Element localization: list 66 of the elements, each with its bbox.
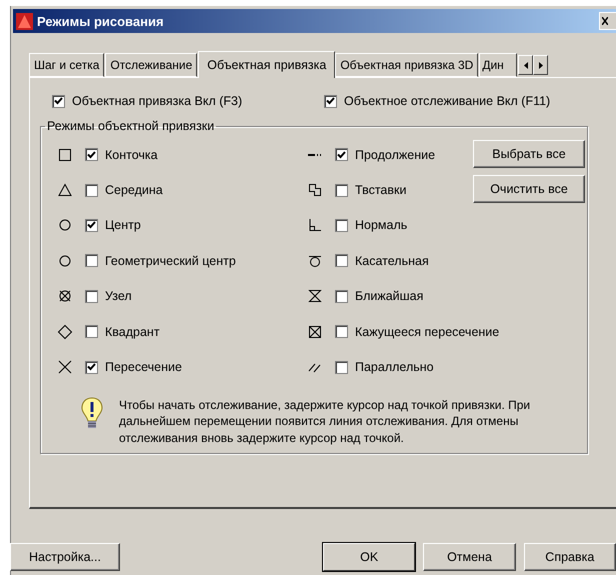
mode-label: Середина: [105, 183, 163, 198]
scroll-left-button[interactable]: [518, 55, 534, 75]
left-arrow-icon: [524, 62, 528, 68]
dialog-button[interactable]: OK: [323, 543, 416, 571]
mode-label: Квадрант: [105, 324, 160, 339]
checkbox[interactable]: [324, 94, 337, 108]
mode-label: Пересечение: [105, 360, 182, 374]
checkbox[interactable]: [85, 218, 98, 232]
checkbox[interactable]: [335, 325, 348, 338]
tab[interactable]: Дин: [479, 53, 518, 77]
cross-icon: [57, 359, 73, 376]
mode-label: Конточка: [105, 148, 158, 162]
group-title: Режимы объектной привязки: [46, 119, 216, 133]
tab[interactable]: Объектная привязка 3D: [335, 53, 478, 77]
mode-label: Продолжение: [355, 148, 436, 162]
mode-label: Нормаль: [355, 218, 408, 232]
mode-label: Кажущееся пересечение: [355, 324, 500, 339]
diamond-icon: [57, 324, 73, 340]
mode-label: Касательная: [355, 254, 429, 268]
checkbox[interactable]: [335, 290, 348, 303]
close-button[interactable]: [599, 12, 616, 30]
dialog-button[interactable]: Отмена: [423, 543, 516, 571]
checkbox[interactable]: [335, 254, 348, 268]
checkbox[interactable]: [85, 325, 98, 338]
checkbox[interactable]: [52, 94, 65, 108]
insertion-icon: [307, 182, 323, 198]
hourglass-icon: [307, 288, 323, 304]
checkbox[interactable]: [335, 184, 348, 197]
group-button[interactable]: Очистить все: [473, 175, 585, 203]
lightbulb-icon: [81, 396, 103, 431]
window-title: Режимы рисования: [37, 14, 164, 28]
mode-label: Центр: [105, 218, 141, 232]
checkbox[interactable]: [85, 148, 98, 162]
crossed-square-icon: [307, 324, 323, 340]
dashed-line-icon: [308, 154, 322, 156]
square-icon: [57, 146, 73, 163]
hint-text: Чтобы начать отслеживание, задержите курсор над точкой привязки. При дальнейшем перемещении появится линия отслеживания. Для отмены отслеживания вновь задержите курсор над точкой.: [119, 396, 532, 446]
mode-label: Геометрический центр: [105, 254, 236, 268]
checkbox[interactable]: [335, 148, 348, 162]
scroll-right-button[interactable]: [533, 55, 548, 75]
mode-label: Ближайшая: [355, 289, 424, 304]
close-icon: [602, 17, 608, 25]
checkbox[interactable]: [335, 360, 348, 374]
checkbox[interactable]: [85, 360, 98, 374]
app-logo-icon: [16, 12, 33, 30]
tab[interactable]: Шаг и сетка: [29, 53, 104, 77]
tab[interactable]: Объектная привязка: [198, 51, 336, 78]
right-arrow-icon: [538, 62, 543, 68]
group-button[interactable]: Выбрать все: [473, 140, 585, 168]
perpendicular-icon: [307, 217, 323, 234]
node-icon: [57, 288, 73, 304]
triangle-icon: [57, 182, 73, 198]
circle-icon: [57, 217, 73, 234]
checkbox[interactable]: [85, 184, 98, 197]
mode-label: Узел: [105, 289, 132, 304]
toggle-label: Объектное отслеживание Вкл (F11): [344, 94, 550, 108]
checkbox[interactable]: [85, 254, 98, 268]
checkbox[interactable]: [335, 218, 348, 232]
dialog-button[interactable]: Справка: [524, 543, 616, 571]
mode-label: Параллельно: [355, 360, 434, 374]
circle-icon: [57, 252, 73, 269]
settings-button[interactable]: Настройка...: [10, 543, 120, 571]
toggle-label: Объектная привязка Вкл (F3): [72, 94, 242, 108]
mode-label: Твставки: [355, 183, 406, 198]
tab[interactable]: Отслеживание: [105, 53, 198, 77]
checkbox[interactable]: [85, 290, 98, 303]
